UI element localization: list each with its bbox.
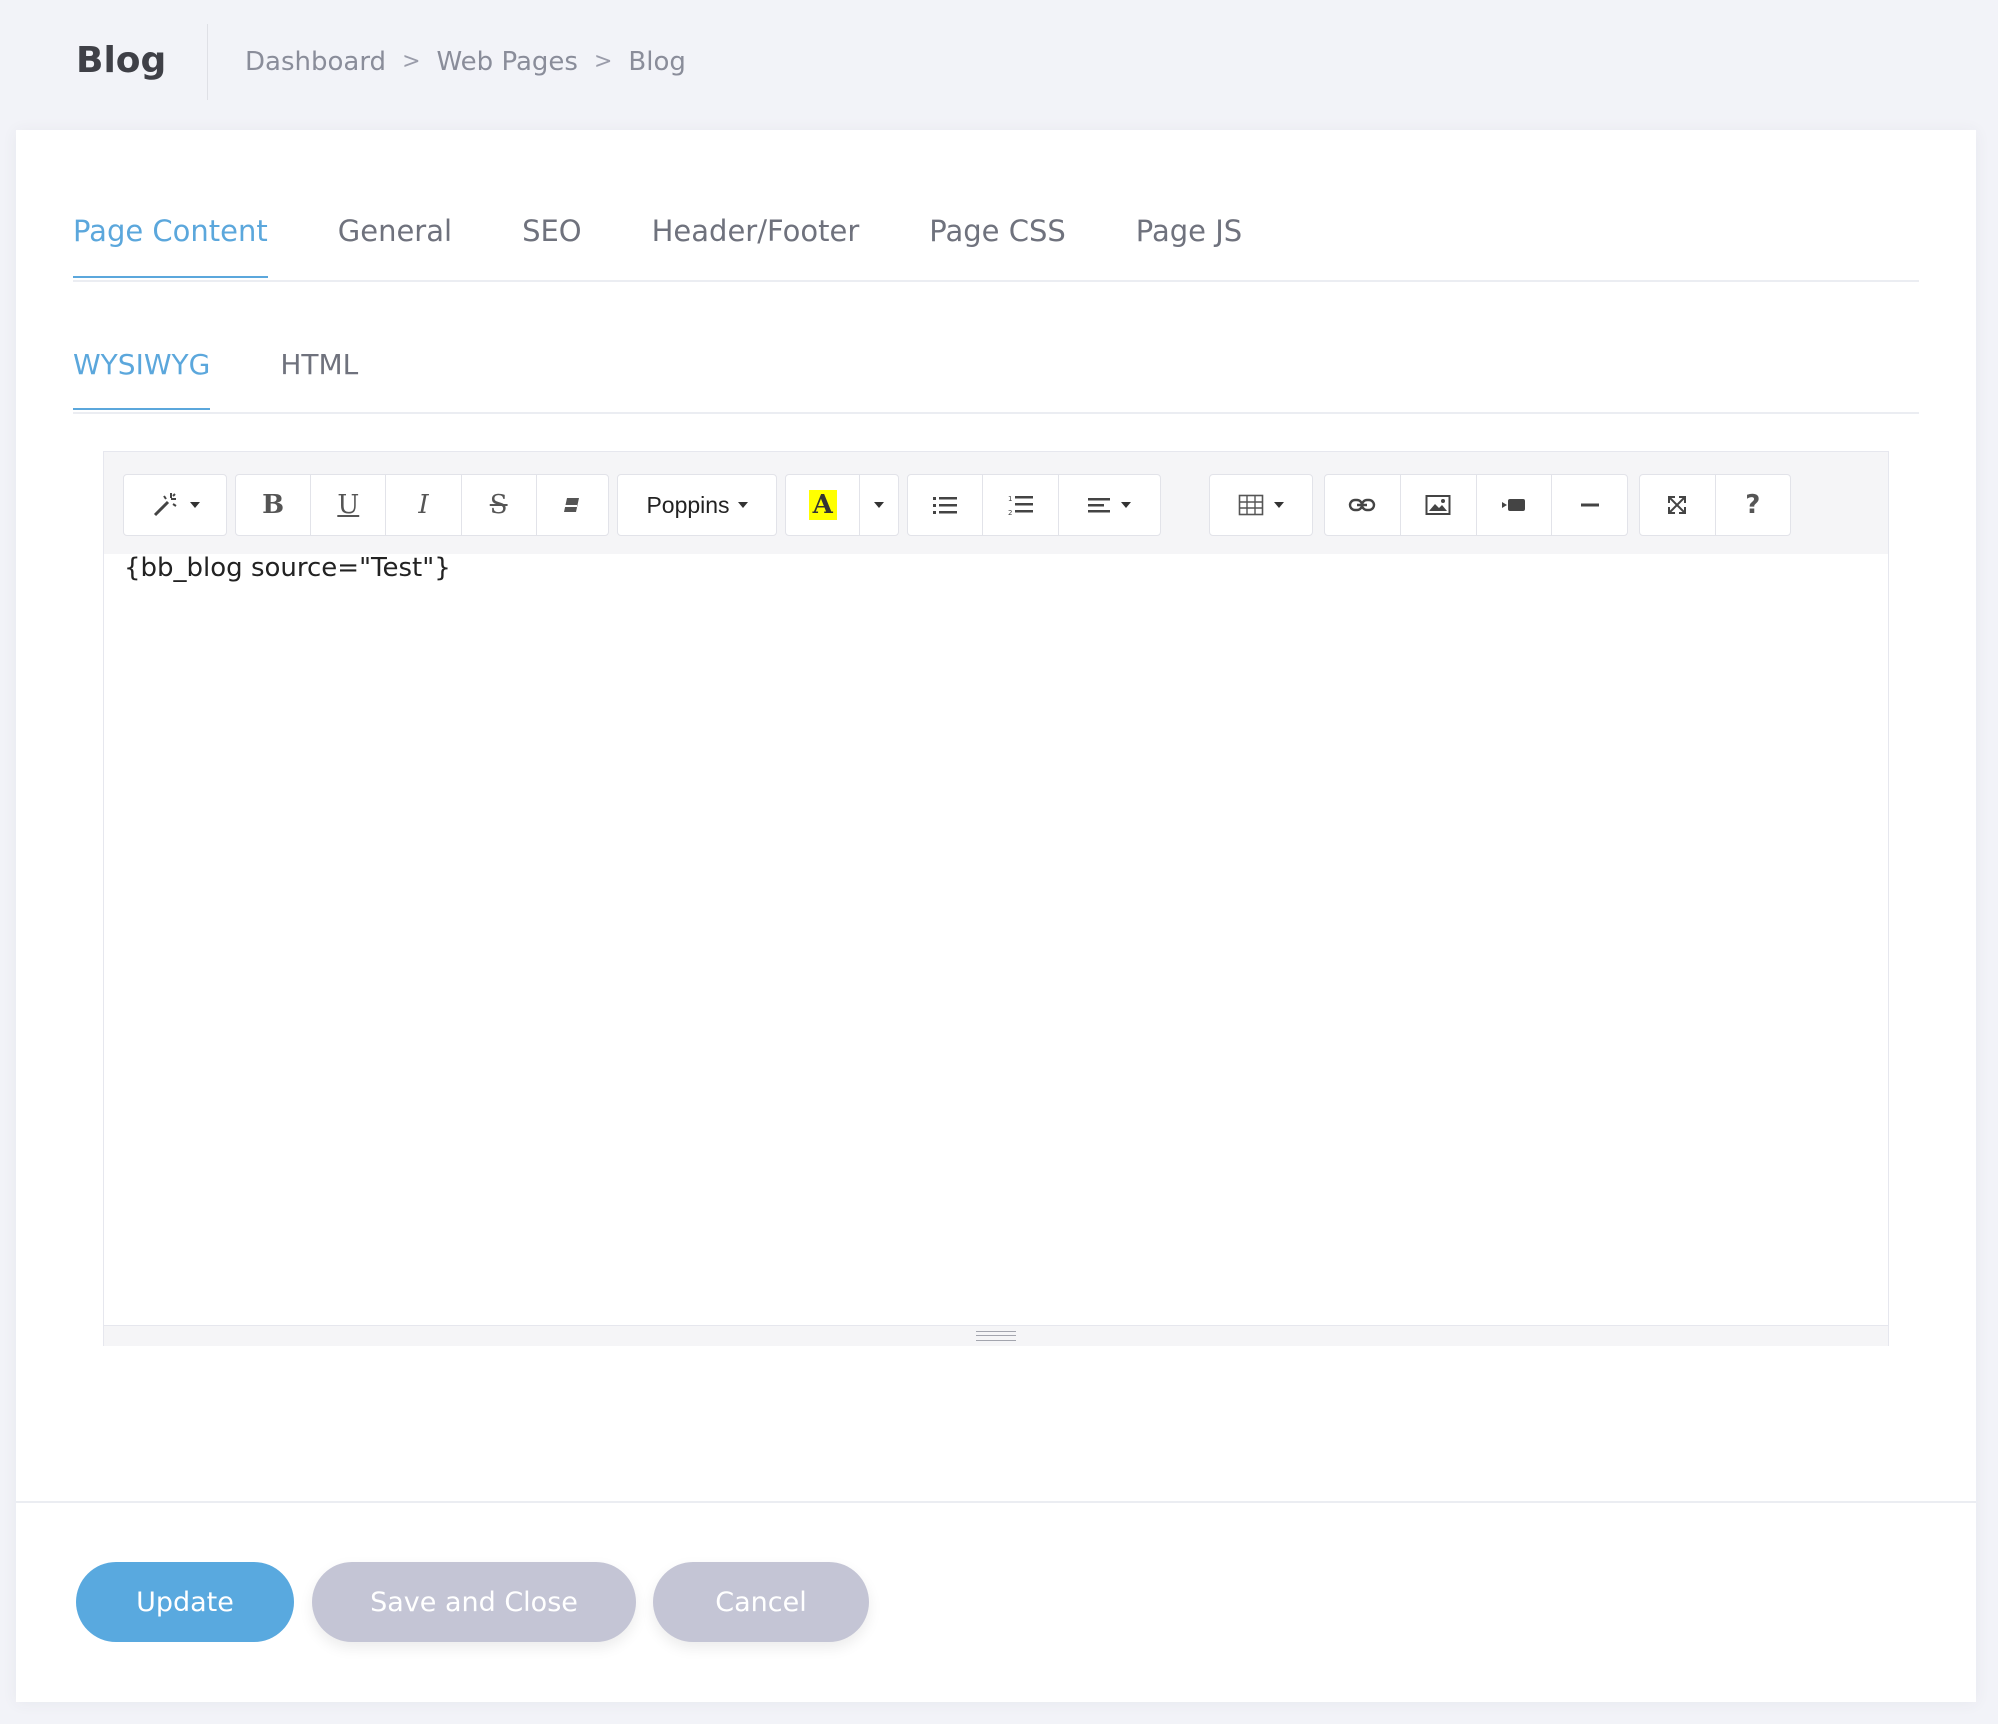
font-family-dropdown[interactable]: Poppins — [618, 475, 776, 535]
style-dropdown-button[interactable] — [124, 475, 226, 535]
chevron-down-icon — [1121, 502, 1132, 508]
help-icon: ? — [1745, 490, 1761, 520]
color-group: A — [785, 474, 899, 536]
unordered-list-icon — [933, 497, 958, 514]
breadcrumb-separator: > — [593, 49, 613, 74]
breadcrumb-web-pages[interactable]: Web Pages — [437, 44, 578, 80]
bold-button[interactable]: B — [236, 475, 312, 535]
align-left-icon — [1088, 498, 1111, 513]
magic-wand-icon — [153, 493, 177, 517]
font-style-group: B U I S — [235, 474, 609, 536]
bold-icon: B — [262, 490, 285, 520]
clear-format-button[interactable] — [537, 475, 608, 535]
tab-general[interactable]: General — [338, 200, 452, 280]
cancel-button[interactable]: Cancel — [653, 1562, 869, 1642]
insert-video-button[interactable] — [1477, 475, 1553, 535]
underline-icon: U — [337, 490, 360, 520]
insert-group — [1324, 474, 1628, 536]
tab-page-content[interactable]: Page Content — [73, 200, 268, 280]
svg-text:1: 1 — [1008, 495, 1012, 503]
editor-toolbar: B U I S Poppins A 1 2 ? — [104, 452, 1888, 554]
chevron-down-icon — [737, 502, 748, 508]
tab-html[interactable]: HTML — [280, 334, 358, 412]
picture-icon — [1425, 495, 1451, 515]
font-color-button[interactable]: A — [786, 475, 861, 535]
editor-mode-tabs: WYSIWYG HTML — [73, 334, 1919, 414]
content-card: Page Content General SEO Header/Footer P… — [16, 130, 1976, 1702]
subheader: Blog Dashboard > Web Pages > Blog — [0, 0, 1998, 128]
title-divider — [207, 24, 208, 100]
font-color-icon: A — [808, 490, 837, 520]
breadcrumb-separator: > — [402, 49, 421, 74]
fullscreen-button[interactable] — [1640, 475, 1716, 535]
horizontal-rule-button[interactable] — [1552, 475, 1627, 535]
insert-picture-button[interactable] — [1401, 475, 1477, 535]
link-icon — [1349, 498, 1376, 512]
editor-content-text[interactable]: {bb_blog source="Test"} — [124, 550, 451, 586]
ordered-list-icon: 1 2 — [1008, 495, 1033, 517]
tab-wysiwyg[interactable]: WYSIWYG — [73, 334, 211, 412]
footer-divider — [16, 1501, 1976, 1503]
chevron-down-icon — [874, 502, 885, 508]
ordered-list-button[interactable]: 1 2 — [983, 475, 1059, 535]
help-button[interactable]: ? — [1716, 475, 1791, 535]
breadcrumb-dashboard[interactable]: Dashboard — [245, 44, 386, 80]
font-family-label: Poppins — [646, 491, 730, 518]
wysiwyg-editor: B U I S Poppins A 1 2 ? {bb_blog source=… — [103, 451, 1889, 1346]
color-dropdown-button[interactable] — [860, 475, 898, 535]
italic-icon: I — [418, 490, 429, 520]
unordered-list-button[interactable] — [908, 475, 984, 535]
chevron-down-icon — [190, 502, 200, 508]
svg-text:2: 2 — [1008, 509, 1012, 517]
tab-seo[interactable]: SEO — [522, 200, 582, 280]
style-group — [123, 474, 227, 536]
tab-page-js[interactable]: Page JS — [1136, 200, 1242, 280]
resize-grip-icon — [976, 1331, 1016, 1341]
save-and-close-button[interactable]: Save and Close — [312, 1562, 636, 1642]
paragraph-align-dropdown[interactable] — [1059, 475, 1160, 535]
horizontal-rule-icon — [1580, 503, 1599, 507]
tab-header-footer[interactable]: Header/Footer — [652, 200, 860, 280]
breadcrumb: Dashboard > Web Pages > Blog — [245, 44, 686, 80]
table-dropdown-button[interactable] — [1210, 475, 1312, 535]
view-group: ? — [1639, 474, 1791, 536]
page-title: Blog — [76, 40, 167, 81]
video-icon — [1501, 499, 1525, 511]
paragraph-group: 1 2 — [907, 474, 1161, 536]
page-tabs: Page Content General SEO Header/Footer P… — [73, 200, 1919, 282]
editor-resize-handle[interactable] — [104, 1325, 1888, 1346]
insert-link-button[interactable] — [1325, 475, 1401, 535]
update-button[interactable]: Update — [76, 1562, 294, 1642]
italic-button[interactable]: I — [386, 475, 462, 535]
breadcrumb-blog[interactable]: Blog — [628, 44, 685, 80]
strikethrough-button[interactable]: S — [462, 475, 537, 535]
eraser-icon — [564, 498, 580, 512]
underline-button[interactable]: U — [311, 475, 387, 535]
tab-page-css[interactable]: Page CSS — [929, 200, 1066, 280]
editor-content-area[interactable]: {bb_blog source="Test"} — [104, 553, 1888, 1324]
font-family-group: Poppins — [617, 474, 777, 536]
strikethrough-icon: S — [489, 490, 508, 520]
fullscreen-icon — [1668, 496, 1687, 514]
table-group — [1209, 474, 1313, 536]
table-icon — [1238, 494, 1264, 516]
chevron-down-icon — [1274, 502, 1284, 508]
